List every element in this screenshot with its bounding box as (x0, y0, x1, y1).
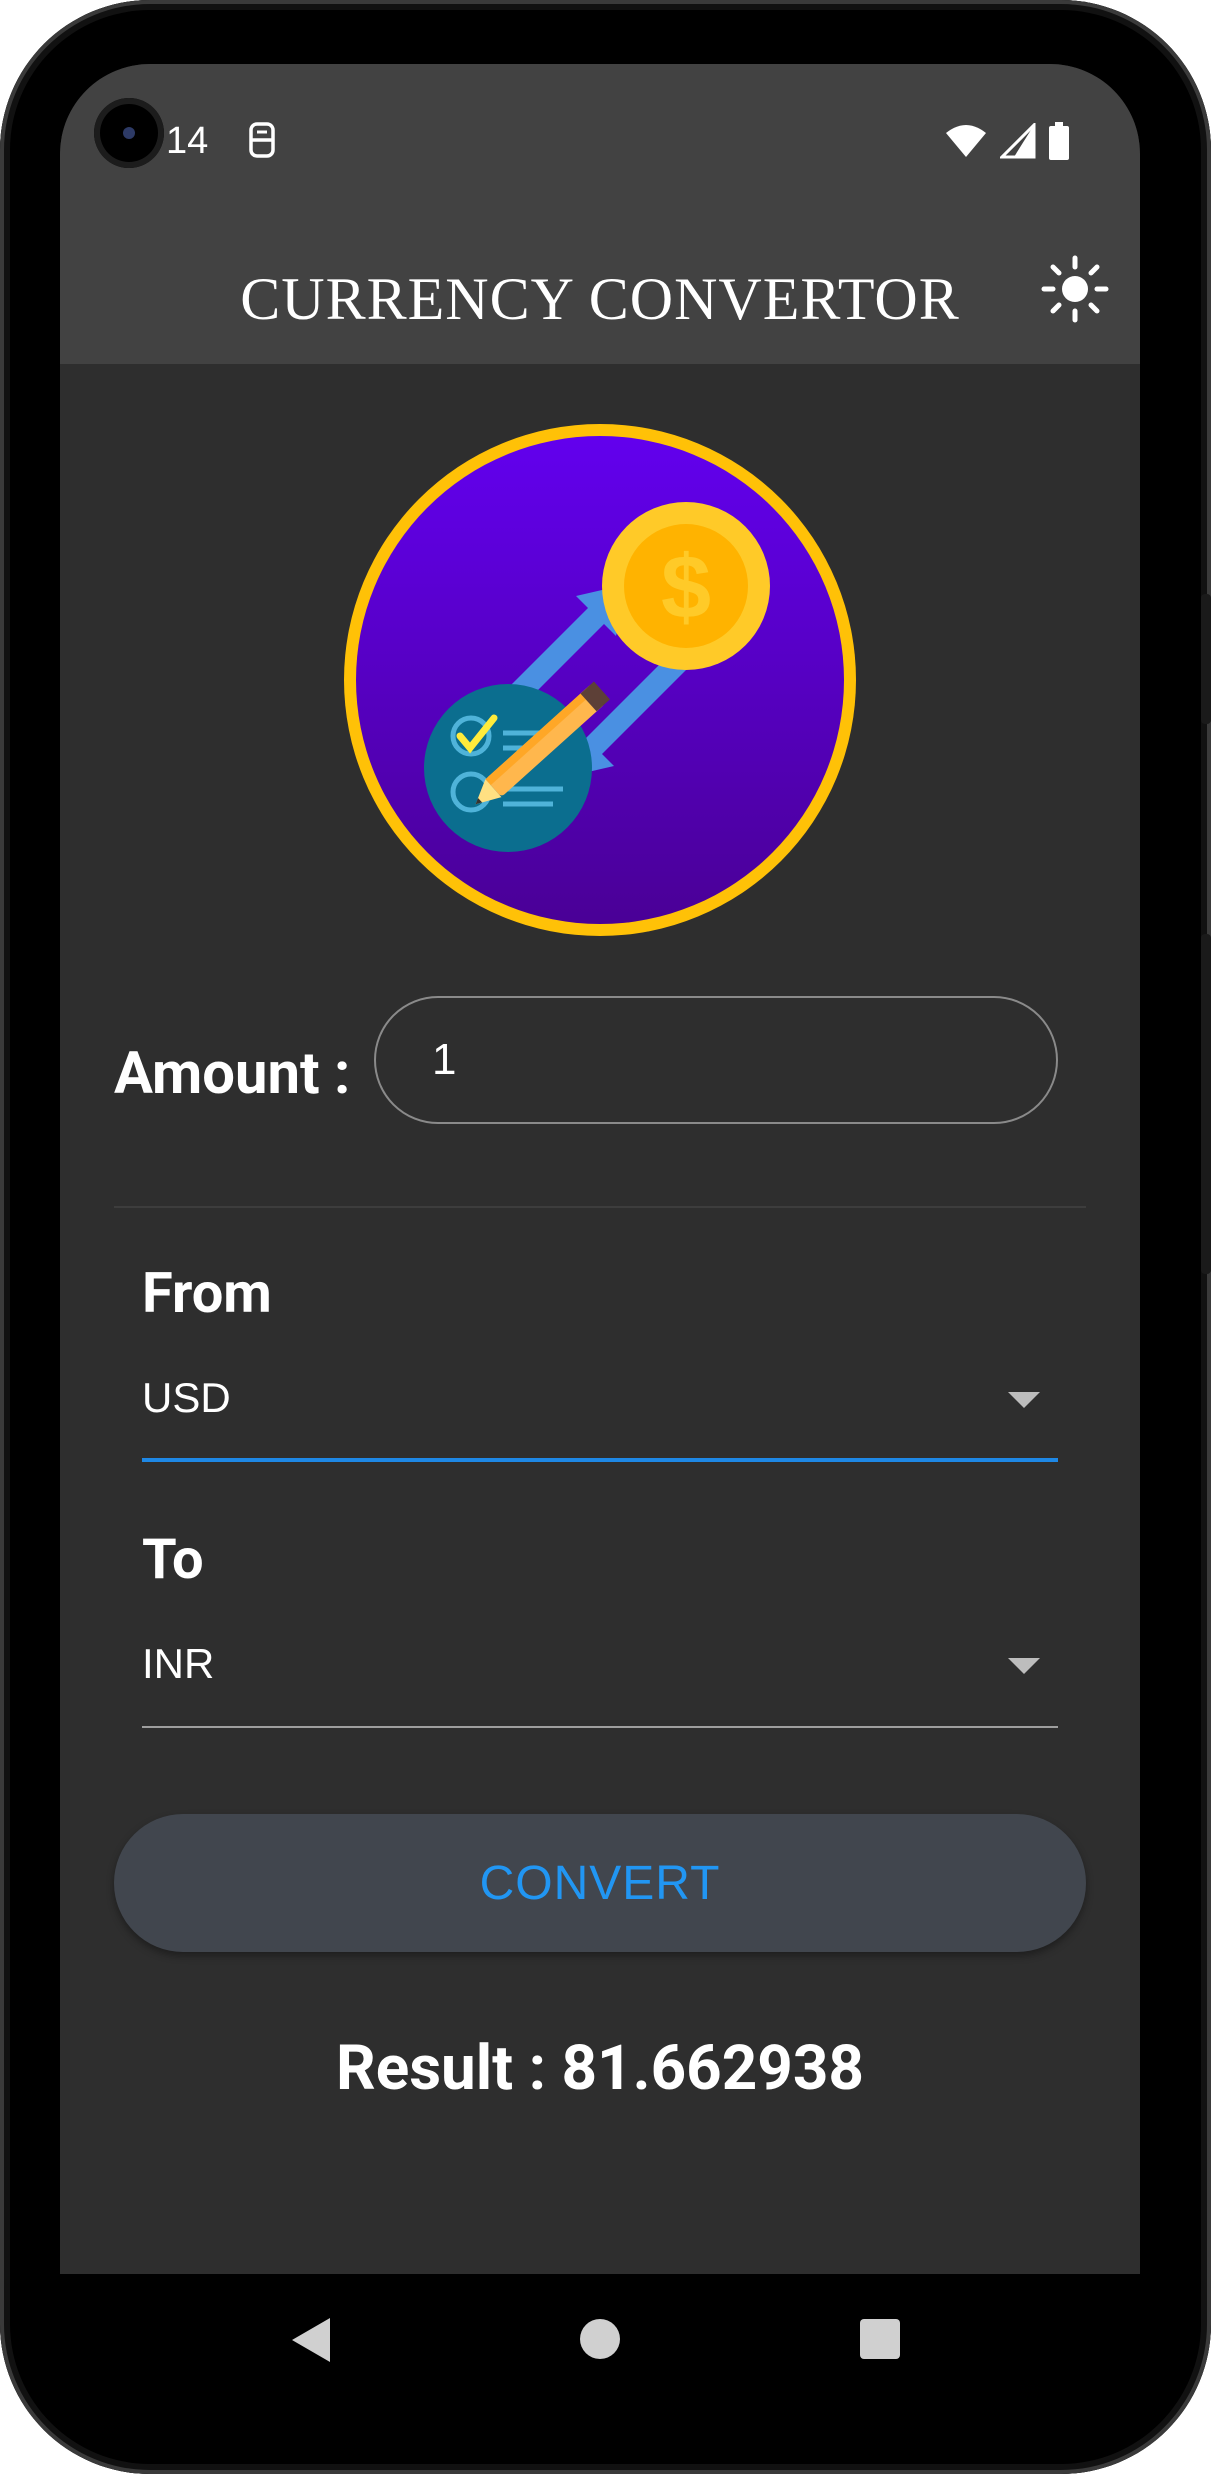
navigation-bar (60, 2274, 1140, 2404)
screen: 14 CURRENCY CONVERTOR $ Amount: 1 From … (60, 64, 1140, 2274)
chevron-down-icon (1008, 1392, 1040, 1408)
back-icon[interactable] (292, 2318, 330, 2362)
currency-exchange-logo: $ (344, 424, 856, 936)
amount-input[interactable] (374, 996, 1058, 1124)
from-currency-value: USD (142, 1374, 231, 1421)
front-camera (94, 98, 164, 168)
result-text: Result : 81.662938 (336, 2032, 864, 2105)
recents-icon[interactable] (860, 2319, 900, 2359)
status-icons (944, 122, 1070, 160)
from-label: From (142, 1260, 272, 1326)
app-title: CURRENCY CONVERTOR (240, 266, 960, 332)
to-currency-select[interactable]: INR (142, 1620, 1058, 1728)
to-currency-value: INR (142, 1640, 215, 1687)
status-time: 14 (166, 120, 209, 162)
volume-button (1201, 934, 1211, 1274)
convert-button[interactable]: CONVERT (114, 1814, 1086, 1952)
to-label: To (142, 1526, 204, 1592)
power-button (1201, 594, 1211, 724)
to-underline (142, 1726, 1058, 1728)
notification-icon (249, 122, 275, 158)
from-underline (142, 1458, 1058, 1462)
signal-icon (1000, 123, 1036, 159)
chevron-down-icon (1008, 1658, 1040, 1674)
svg-text:$: $ (661, 538, 711, 638)
divider (114, 1206, 1086, 1208)
app-header: 14 CURRENCY CONVERTOR (60, 64, 1140, 364)
home-icon[interactable] (580, 2319, 620, 2359)
phone-frame: 14 CURRENCY CONVERTOR $ Amount: 1 From … (0, 0, 1211, 2474)
wifi-icon (946, 125, 986, 157)
battery-icon (1049, 122, 1069, 160)
sun-icon[interactable] (1040, 254, 1110, 324)
amount-label: Amount : (114, 1040, 351, 1108)
from-currency-select[interactable]: USD (142, 1354, 1058, 1462)
